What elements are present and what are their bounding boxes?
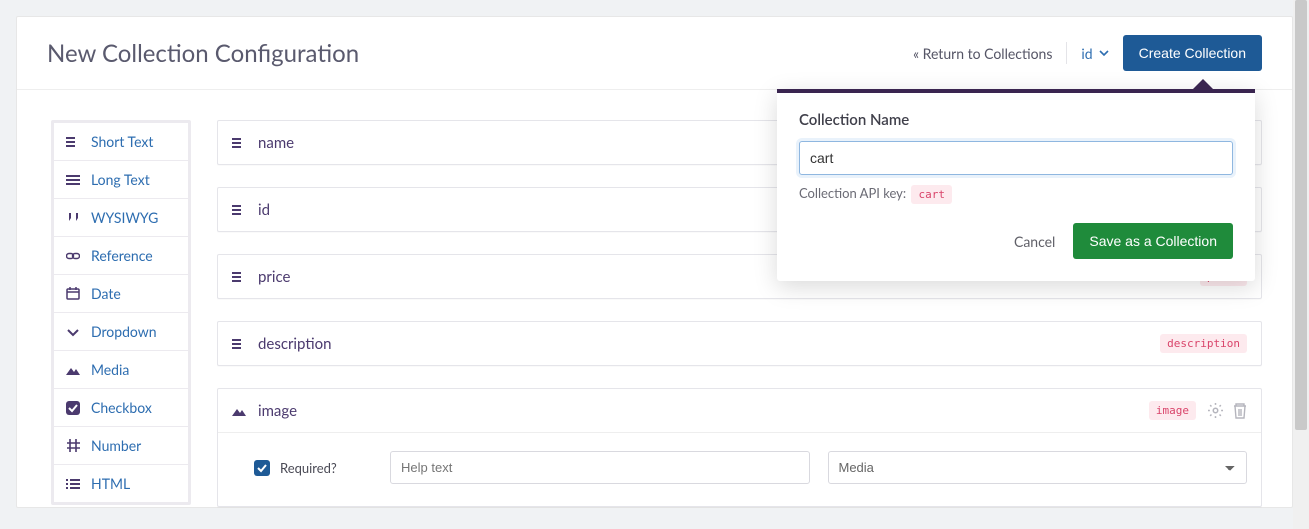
check-square-icon — [65, 401, 81, 415]
required-toggle[interactable]: Required? — [232, 460, 372, 476]
palette-item-media[interactable]: Media — [54, 350, 188, 388]
required-label: Required? — [280, 460, 337, 476]
page-title: New Collection Configuration — [47, 39, 913, 68]
field-type-select[interactable]: Media — [828, 451, 1248, 484]
create-collection-button[interactable]: Create Collection — [1123, 35, 1262, 71]
palette-item-label: HTML — [91, 475, 130, 492]
palette-item-html[interactable]: HTML — [54, 464, 188, 502]
field-api-tag: image — [1149, 401, 1196, 420]
page-header: New Collection Configuration « Return to… — [17, 17, 1292, 90]
palette-item-long-text[interactable]: Long Text — [54, 160, 188, 198]
field-row-expanded: image image — [217, 388, 1262, 507]
palette-item-short-text[interactable]: Short Text — [54, 123, 188, 160]
palette-item-dropdown[interactable]: Dropdown — [54, 312, 188, 350]
help-text-input[interactable] — [390, 451, 810, 484]
drag-handle-icon[interactable] — [232, 338, 246, 350]
api-key-helper-prefix: Collection API key: — [799, 185, 906, 201]
palette-item-label: Reference — [91, 247, 153, 264]
palette-item-date[interactable]: Date — [54, 274, 188, 312]
field-api-tag: description — [1160, 334, 1247, 353]
calendar-icon — [65, 287, 81, 300]
vertical-scrollbar[interactable] — [1293, 0, 1309, 529]
chevron-down-icon — [1099, 48, 1109, 58]
scrollbar-thumb[interactable] — [1295, 0, 1307, 430]
drag-handle-icon[interactable] — [232, 137, 246, 149]
palette-item-checkbox[interactable]: Checkbox — [54, 388, 188, 426]
collection-name-input[interactable] — [799, 141, 1233, 175]
separator — [1066, 42, 1067, 64]
api-key-tag: cart — [911, 185, 952, 204]
save-collection-button[interactable]: Save as a Collection — [1073, 223, 1233, 259]
drag-handle-icon[interactable] — [232, 271, 246, 283]
list-icon — [65, 478, 81, 490]
trash-icon[interactable] — [1233, 403, 1247, 419]
field-name: image — [258, 402, 1137, 420]
palette-item-label: Date — [91, 285, 121, 302]
palette-item-label: Dropdown — [91, 323, 157, 340]
lines-wide-icon — [65, 174, 81, 186]
palette-item-label: Checkbox — [91, 399, 152, 416]
field-name: description — [258, 335, 1148, 353]
drag-handle-icon[interactable] — [232, 204, 246, 216]
cancel-button[interactable]: Cancel — [1014, 233, 1055, 250]
image-icon[interactable] — [232, 405, 246, 417]
hash-icon — [65, 439, 81, 452]
quotes-icon — [65, 212, 81, 224]
api-key-helper: Collection API key: cart — [799, 185, 1233, 201]
lines-narrow-icon — [65, 136, 81, 148]
create-collection-popover: Collection Name Collection API key: cart… — [777, 89, 1255, 281]
chevron-down-icon — [65, 326, 81, 338]
id-dropdown-label: id — [1081, 45, 1092, 62]
palette-item-label: Short Text — [91, 133, 153, 150]
palette-item-wysiwyg[interactable]: WYSIWYG — [54, 198, 188, 236]
return-link[interactable]: « Return to Collections — [913, 45, 1052, 62]
palette-item-label: Long Text — [91, 171, 150, 188]
popover-title: Collection Name — [799, 111, 1233, 129]
checkbox-checked-icon[interactable] — [254, 460, 270, 476]
palette-item-label: Media — [91, 361, 129, 378]
id-dropdown[interactable]: id — [1081, 45, 1108, 62]
palette-item-label: Number — [91, 437, 141, 454]
gear-icon[interactable] — [1208, 403, 1223, 419]
field-head[interactable]: image image — [218, 389, 1261, 432]
image-icon — [65, 364, 81, 376]
palette-item-reference[interactable]: Reference — [54, 236, 188, 274]
link-icon — [65, 250, 81, 262]
palette-item-label: WYSIWYG — [91, 209, 158, 226]
palette-item-number[interactable]: Number — [54, 426, 188, 464]
field-type-palette: Short Text Long Text WYSIWYG — [51, 120, 191, 505]
field-row[interactable]: description description — [217, 321, 1262, 366]
